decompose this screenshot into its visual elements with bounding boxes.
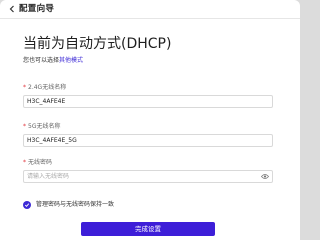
ssid-24-label: * 2.4G无线名称 xyxy=(23,84,66,92)
ssid-5-label: * 5G无线名称 xyxy=(23,123,60,131)
eye-icon[interactable] xyxy=(261,173,269,180)
mode-title: 当前为自动方式(DHCP) xyxy=(23,36,172,52)
ssid-24-label-text: 2.4G无线名称 xyxy=(28,84,67,91)
required-mark: * xyxy=(23,84,26,91)
header-divider xyxy=(0,18,300,19)
chevron-left-icon[interactable] xyxy=(8,5,16,13)
mode-subtitle: 您也可以选择其他模式 xyxy=(23,57,83,65)
sync-password-label: 管理密码与无线密码保持一致 xyxy=(36,201,115,208)
page-title: 配置向导 xyxy=(19,4,55,14)
sync-password-option[interactable]: 管理密码与无线密码保持一致 xyxy=(23,200,114,210)
top-bar: 配置向导 xyxy=(0,0,300,18)
password-input[interactable]: 请输入无线密码 xyxy=(23,170,273,183)
wizard-panel: 配置向导 当前为自动方式(DHCP) 您也可以选择其他模式 * 2.4G无线名称 … xyxy=(0,0,300,240)
required-mark: * xyxy=(23,159,26,166)
password-label-text: 无线密码 xyxy=(28,159,53,166)
ssid-5-label-text: 5G无线名称 xyxy=(28,123,61,130)
subtitle-text: 您也可以选择 xyxy=(23,57,60,64)
password-label: * 无线密码 xyxy=(23,159,52,167)
ssid-24-input[interactable]: H3C_4AFE4E xyxy=(23,95,273,108)
checkbox-checked-icon[interactable] xyxy=(23,201,31,209)
required-mark: * xyxy=(23,123,26,130)
ssid-5-input[interactable]: H3C_4AFE4E_5G xyxy=(23,134,273,147)
password-placeholder: 请输入无线密码 xyxy=(27,173,70,180)
other-mode-link[interactable]: 其他模式 xyxy=(59,57,83,64)
complete-setup-button[interactable]: 完成设置 xyxy=(81,222,215,236)
